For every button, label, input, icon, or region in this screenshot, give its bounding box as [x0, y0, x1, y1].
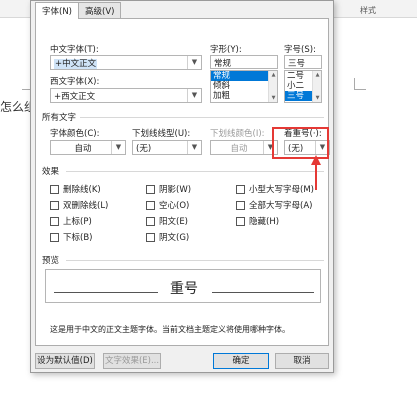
- font-color-value: 自动: [74, 144, 92, 154]
- scroll-up-icon[interactable]: ▲: [313, 71, 321, 79]
- checkbox-box[interactable]: [146, 200, 155, 210]
- preview-baseline-right: [212, 292, 314, 293]
- styles-group-label: 样式: [360, 6, 376, 15]
- preview-box: 重号: [45, 269, 321, 303]
- underline-type-combo[interactable]: (无) ▼: [132, 140, 202, 155]
- annotation-arrow-icon: [311, 155, 321, 165]
- font-style-label: 字形(Y):: [210, 45, 242, 55]
- checkbox-label: 小型大写字母(M): [249, 185, 314, 195]
- tab-advanced[interactable]: 高级(V): [78, 2, 122, 18]
- shadow-checkbox[interactable]: 阴影(W): [146, 183, 191, 195]
- chevron-down-icon[interactable]: ▼: [187, 141, 201, 154]
- divider: [80, 117, 324, 118]
- outline-checkbox[interactable]: 空心(O): [146, 199, 189, 211]
- checkbox-label: 空心(O): [159, 201, 190, 211]
- engrave-checkbox[interactable]: 阴文(G): [146, 231, 189, 243]
- western-font-combo[interactable]: +西文正文 ▼: [50, 88, 202, 103]
- effects-group-title: 效果: [42, 167, 60, 177]
- chevron-down-icon[interactable]: ▼: [187, 89, 201, 102]
- tab-font[interactable]: 字体(N): [35, 2, 79, 19]
- underline-color-value: 自动: [230, 144, 248, 154]
- checkbox-label: 删除线(K): [63, 185, 101, 195]
- all-text-group-title: 所有文字: [42, 113, 77, 123]
- all-caps-checkbox[interactable]: 全部大写字母(A): [236, 199, 312, 211]
- chinese-font-label: 中文字体(T):: [50, 45, 99, 55]
- scroll-down-icon[interactable]: ▼: [313, 94, 321, 102]
- page-margin-corner-right: [354, 78, 366, 90]
- chevron-down-icon[interactable]: ▼: [111, 141, 125, 154]
- font-description-text: 这是用于中文的正文主题字体。当前文档主题定义将使用哪种字体。: [50, 325, 290, 334]
- scroll-down-icon[interactable]: ▼: [269, 94, 277, 102]
- hidden-checkbox[interactable]: 隐藏(H): [236, 215, 279, 227]
- set-default-button[interactable]: 设为默认值(D): [35, 353, 95, 369]
- checkbox-box[interactable]: [236, 184, 245, 194]
- checkbox-box[interactable]: [50, 232, 59, 242]
- font-size-list[interactable]: 二号 小二 三号 ▲ ▼: [284, 70, 322, 103]
- font-tab-panel: 中文字体(T): +中文正文 ▼ 西文字体(X): +西文正文 ▼ 字形(Y):…: [35, 18, 330, 346]
- superscript-checkbox[interactable]: 上标(P): [50, 215, 92, 227]
- checkbox-box[interactable]: [146, 184, 155, 194]
- checkbox-label: 阳文(E): [159, 217, 189, 227]
- checkbox-box[interactable]: [50, 184, 59, 194]
- scrollbar[interactable]: ▲ ▼: [268, 71, 277, 102]
- scrollbar[interactable]: ▲ ▼: [312, 71, 321, 102]
- underline-color-label: 下划线颜色(I):: [210, 129, 265, 139]
- strikethrough-checkbox[interactable]: 删除线(K): [50, 183, 101, 195]
- checkbox-label: 隐藏(H): [249, 217, 280, 227]
- underline-color-combo: 自动 ▼: [210, 140, 278, 155]
- checkbox-label: 双删除线(L): [63, 201, 109, 211]
- font-size-input[interactable]: 三号: [284, 55, 322, 69]
- preview-group-title: 预览: [42, 256, 60, 266]
- divider: [66, 260, 324, 261]
- checkbox-box[interactable]: [50, 200, 59, 210]
- chinese-font-value: +中文正文: [54, 59, 98, 69]
- checkbox-box[interactable]: [50, 216, 59, 226]
- chinese-font-combo[interactable]: +中文正文 ▼: [50, 55, 202, 70]
- cancel-button[interactable]: 取消: [275, 353, 329, 369]
- divider: [66, 171, 324, 172]
- scroll-up-icon[interactable]: ▲: [269, 71, 277, 79]
- emboss-checkbox[interactable]: 阳文(E): [146, 215, 188, 227]
- checkbox-box[interactable]: [236, 216, 245, 226]
- checkbox-label: 下标(B): [63, 233, 93, 243]
- checkbox-label: 全部大写字母(A): [249, 201, 313, 211]
- font-color-combo[interactable]: 自动 ▼: [50, 140, 126, 155]
- underline-type-label: 下划线线型(U):: [132, 129, 191, 139]
- ok-button[interactable]: 确定: [213, 353, 269, 369]
- small-caps-checkbox[interactable]: 小型大写字母(M): [236, 183, 314, 195]
- text-effects-button[interactable]: 文字效果(E)...: [103, 353, 161, 369]
- checkbox-label: 阴影(W): [159, 185, 192, 195]
- font-dialog: 字体(N) 高级(V) 中文字体(T): +中文正文 ▼ 西文字体(X): +西…: [30, 0, 334, 373]
- western-font-label: 西文字体(X):: [50, 77, 100, 87]
- font-size-label: 字号(S):: [284, 45, 316, 55]
- underline-type-value: (无): [136, 144, 152, 154]
- dialog-tabs: 字体(N) 高级(V): [35, 2, 122, 19]
- subscript-checkbox[interactable]: 下标(B): [50, 231, 92, 243]
- chevron-down-icon[interactable]: ▼: [187, 56, 201, 69]
- checkbox-box[interactable]: [146, 216, 155, 226]
- font-style-input[interactable]: 常规: [210, 55, 278, 69]
- western-font-value: +西文正文: [54, 92, 96, 102]
- checkbox-label: 上标(P): [63, 217, 92, 227]
- checkbox-box[interactable]: [236, 200, 245, 210]
- font-color-label: 字体颜色(C):: [50, 129, 100, 139]
- checkbox-box[interactable]: [146, 232, 155, 242]
- font-style-list[interactable]: 常规 倾斜 加粗 ▲ ▼: [210, 70, 278, 103]
- double-strikethrough-checkbox[interactable]: 双删除线(L): [50, 199, 108, 211]
- checkbox-label: 阴文(G): [159, 233, 190, 243]
- preview-sample-text: 重号: [170, 281, 198, 297]
